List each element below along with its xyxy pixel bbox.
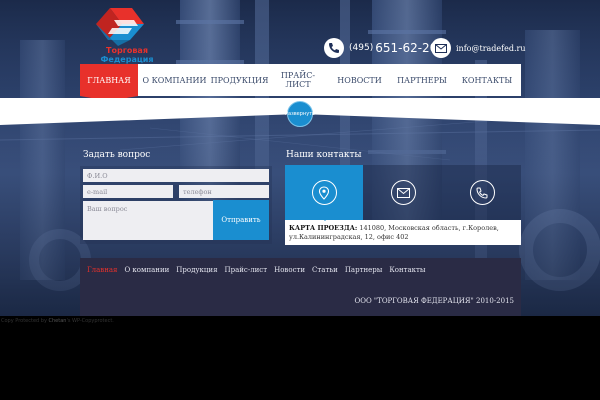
email-address: info@tradefed.ru	[456, 43, 526, 53]
phone-icon	[469, 180, 495, 205]
email-field[interactable]: e-mail	[83, 185, 173, 198]
footer-link-contacts[interactable]: Контакты	[389, 266, 425, 274]
nav-item-about[interactable]: О КОМПАНИИ	[138, 64, 211, 96]
address-line-2: ул.Калининградская, 12, офис 402	[289, 233, 409, 241]
map-pin-icon	[311, 180, 337, 205]
phone-field[interactable]: телефон	[179, 185, 269, 198]
phone-prefix: (495)	[349, 43, 374, 53]
contacts-panel: КАРТА ПРОЕЗДА: 141080, Московская област…	[285, 165, 521, 245]
copy-protection-note: Copy Protected by Chetan's WP-Copyprotec…	[1, 318, 114, 324]
nav-item-home[interactable]: ГЛАВНАЯ	[80, 64, 138, 101]
footer: Главная О компании Продукция Прайс-лист …	[80, 258, 521, 316]
protection-suffix: 's WP-Copyprotect.	[66, 318, 114, 324]
phone-number: 651-62-20	[375, 41, 438, 55]
map-label: КАРТА ПРОЕЗДА:	[289, 224, 358, 232]
envelope-icon	[431, 38, 451, 58]
envelope-icon	[390, 180, 416, 205]
nav-item-pricelist[interactable]: ПРАЙС-ЛИСТ	[268, 64, 328, 96]
footer-link-home[interactable]: Главная	[87, 266, 117, 274]
footer-link-about[interactable]: О компании	[124, 266, 169, 274]
tile-pointer	[321, 217, 329, 221]
footer-link-pricelist[interactable]: Прайс-лист	[224, 266, 267, 274]
contact-tile-mail[interactable]	[363, 165, 443, 220]
footer-nav: Главная О компании Продукция Прайс-лист …	[87, 266, 432, 274]
contact-tile-phone[interactable]	[443, 165, 521, 220]
handset-icon	[324, 38, 344, 58]
expand-button[interactable]: Развернуть	[285, 101, 315, 127]
footer-link-articles[interactable]: Статьи	[312, 266, 338, 274]
page-background: Торговая Федерация (495) 651-62-20 info@…	[0, 0, 600, 316]
header-phone[interactable]: (495) 651-62-20	[324, 38, 437, 58]
footer-link-products[interactable]: Продукция	[176, 266, 217, 274]
protection-author-link[interactable]: Chetan	[49, 318, 67, 324]
footer-link-partners[interactable]: Партнеры	[345, 266, 383, 274]
question-form-title: Задать вопрос	[83, 150, 151, 160]
company-logo-text: Торговая Федерация	[100, 46, 154, 64]
footer-copyright: ООО "ТОРГОВАЯ ФЕДЕРАЦИЯ" 2010-2015	[354, 297, 514, 305]
nav-item-news[interactable]: НОВОСТИ	[328, 64, 391, 96]
contact-tile-map[interactable]	[285, 165, 363, 220]
nav-item-products[interactable]: ПРОДУКЦИЯ	[211, 64, 269, 96]
main-nav: ГЛАВНАЯ О КОМПАНИИ ПРОДУКЦИЯ ПРАЙС-ЛИСТ …	[80, 64, 521, 101]
contact-address: КАРТА ПРОЕЗДА: 141080, Московская област…	[285, 220, 521, 245]
protection-prefix: Copy Protected by	[1, 318, 49, 324]
contacts-title: Наши контакты	[286, 150, 362, 160]
footer-link-news[interactable]: Новости	[274, 266, 305, 274]
message-field[interactable]: Ваш вопрос	[83, 201, 213, 240]
nav-item-partners[interactable]: ПАРТНЕРЫ	[391, 64, 453, 96]
nav-item-contacts[interactable]: КОНТАКТЫ	[453, 64, 521, 96]
header-email[interactable]: info@tradefed.ru	[431, 38, 526, 58]
name-field[interactable]: Ф.И.О	[83, 169, 269, 182]
submit-button[interactable]: Отправить	[213, 200, 269, 240]
address-line-1: 141080, Московская область, г.Королев,	[357, 224, 499, 232]
